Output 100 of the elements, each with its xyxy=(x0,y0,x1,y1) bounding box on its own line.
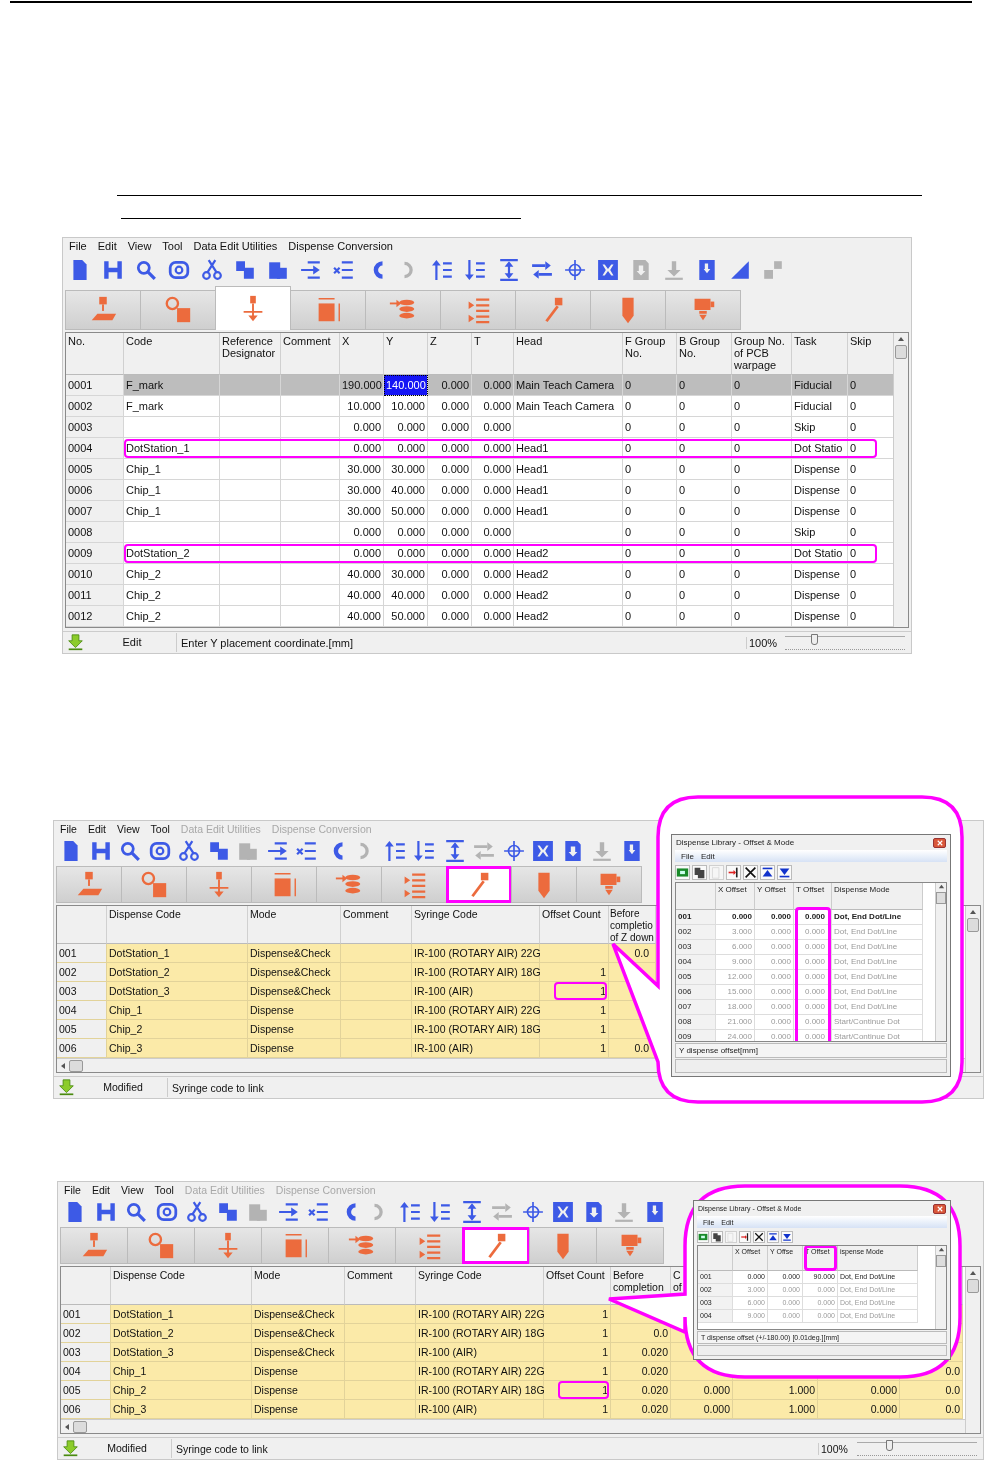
insert-icon[interactable] xyxy=(739,1230,751,1243)
tab[interactable] xyxy=(446,866,512,903)
move-bottom-icon[interactable] xyxy=(777,864,792,880)
sort-up-icon[interactable] xyxy=(432,259,454,281)
zoom-slider[interactable] xyxy=(857,1441,977,1456)
menu-item[interactable]: Dispense Conversion xyxy=(288,240,393,252)
menu-item[interactable]: Edit xyxy=(97,240,117,252)
refresh-icon[interactable] xyxy=(155,1200,178,1223)
tab[interactable] xyxy=(194,1227,262,1264)
copy-icon[interactable] xyxy=(711,1230,723,1243)
scissors-icon[interactable] xyxy=(178,839,200,862)
tab[interactable] xyxy=(440,290,516,330)
up-arrow-icon[interactable] xyxy=(937,883,945,890)
delete-icon[interactable] xyxy=(743,864,758,880)
zoom-slider[interactable] xyxy=(785,635,905,650)
crosshair-icon[interactable] xyxy=(564,259,586,281)
insert-row-icon[interactable] xyxy=(277,1200,300,1223)
tab[interactable] xyxy=(261,1227,329,1264)
tab[interactable] xyxy=(290,290,366,330)
tab[interactable] xyxy=(515,290,591,330)
triangle-icon[interactable] xyxy=(729,259,751,281)
crosshair-icon[interactable] xyxy=(521,1200,544,1223)
paste-icon[interactable] xyxy=(267,259,289,281)
sort-down-icon[interactable] xyxy=(465,259,487,281)
save-icon[interactable] xyxy=(94,1200,117,1223)
scissors-icon[interactable] xyxy=(186,1200,208,1223)
vertical-expand-icon[interactable] xyxy=(498,259,520,281)
move-top-icon[interactable] xyxy=(767,1230,779,1243)
tab[interactable] xyxy=(215,286,291,330)
refresh-icon[interactable] xyxy=(168,259,190,281)
tab[interactable] xyxy=(121,866,187,903)
tab[interactable] xyxy=(395,1227,463,1264)
sort-up-icon[interactable] xyxy=(384,839,407,862)
tab[interactable] xyxy=(60,1227,128,1264)
tab[interactable] xyxy=(328,1227,396,1264)
menu-item[interactable]: View xyxy=(127,240,152,252)
sort-down-icon[interactable] xyxy=(430,1200,452,1223)
up-arrow-icon[interactable] xyxy=(969,1269,977,1277)
slider-thumb[interactable] xyxy=(811,633,819,645)
delete-icon[interactable] xyxy=(753,1230,765,1243)
grid-icon[interactable] xyxy=(532,839,554,862)
menu-item[interactable]: View xyxy=(121,1184,144,1196)
menu-item[interactable]: File xyxy=(60,823,77,835)
sort-down-icon[interactable] xyxy=(414,839,436,862)
up-arrow-icon[interactable] xyxy=(969,908,977,916)
grid-icon[interactable] xyxy=(552,1200,574,1223)
delete-row-icon[interactable] xyxy=(333,259,355,281)
delete-row-icon[interactable] xyxy=(308,1200,330,1223)
insert-row-icon[interactable] xyxy=(300,259,322,281)
copy-icon[interactable] xyxy=(216,1200,239,1223)
board-icon[interactable] xyxy=(675,864,690,880)
search-icon[interactable] xyxy=(119,839,141,862)
copy-icon[interactable] xyxy=(692,864,707,880)
tab[interactable] xyxy=(665,290,741,330)
scroll-thumb[interactable] xyxy=(895,345,907,359)
menu-item[interactable]: Edit xyxy=(87,823,106,835)
left-arrow-icon[interactable] xyxy=(63,1422,71,1431)
tab[interactable] xyxy=(251,866,317,903)
tab[interactable] xyxy=(381,866,447,903)
scroll-thumb[interactable] xyxy=(69,1059,83,1072)
menu-item[interactable]: Data Edit Utilities xyxy=(193,240,278,252)
delete-row-icon[interactable] xyxy=(296,839,318,862)
menu-item[interactable]: Edit xyxy=(700,851,715,861)
tab[interactable] xyxy=(529,1227,597,1264)
copy-icon[interactable] xyxy=(207,839,230,862)
menu-item[interactable]: File xyxy=(64,1184,81,1196)
menu-item[interactable]: File xyxy=(69,240,87,252)
insert-row-icon[interactable] xyxy=(266,839,289,862)
search-icon[interactable] xyxy=(125,1200,147,1223)
swap-icon[interactable] xyxy=(531,259,553,281)
scissors-icon[interactable] xyxy=(201,259,223,281)
close-button[interactable] xyxy=(933,837,946,848)
scroll-thumb[interactable] xyxy=(936,1255,946,1267)
vertical-expand-icon[interactable] xyxy=(443,839,466,862)
insert-icon[interactable] xyxy=(726,864,741,880)
save-icon[interactable] xyxy=(89,839,112,862)
tab[interactable] xyxy=(186,866,252,903)
document-icon[interactable] xyxy=(696,259,718,281)
menu-item[interactable]: File xyxy=(681,851,694,861)
left-arrow-icon[interactable] xyxy=(59,1061,67,1070)
save-icon[interactable] xyxy=(102,259,124,281)
tab[interactable] xyxy=(365,290,441,330)
sort-up-icon[interactable] xyxy=(399,1200,422,1223)
tab[interactable] xyxy=(140,290,216,330)
vertical-expand-icon[interactable] xyxy=(460,1200,483,1223)
move-top-icon[interactable] xyxy=(760,864,775,880)
scroll-thumb[interactable] xyxy=(73,1420,87,1433)
scroll-thumb[interactable] xyxy=(967,918,979,932)
tab[interactable] xyxy=(596,1227,664,1264)
scroll-thumb[interactable] xyxy=(936,892,946,904)
up-arrow-icon[interactable] xyxy=(937,1246,945,1253)
tab[interactable] xyxy=(576,866,642,903)
tab[interactable] xyxy=(127,1227,195,1264)
tab[interactable] xyxy=(316,866,382,903)
tab[interactable] xyxy=(56,866,122,903)
menu-item[interactable]: Tool xyxy=(162,240,183,252)
board-icon[interactable] xyxy=(697,1230,709,1243)
menu-item[interactable]: Tool xyxy=(150,823,170,835)
grid-icon[interactable] xyxy=(597,259,619,281)
up-arrow-icon[interactable] xyxy=(897,335,905,343)
